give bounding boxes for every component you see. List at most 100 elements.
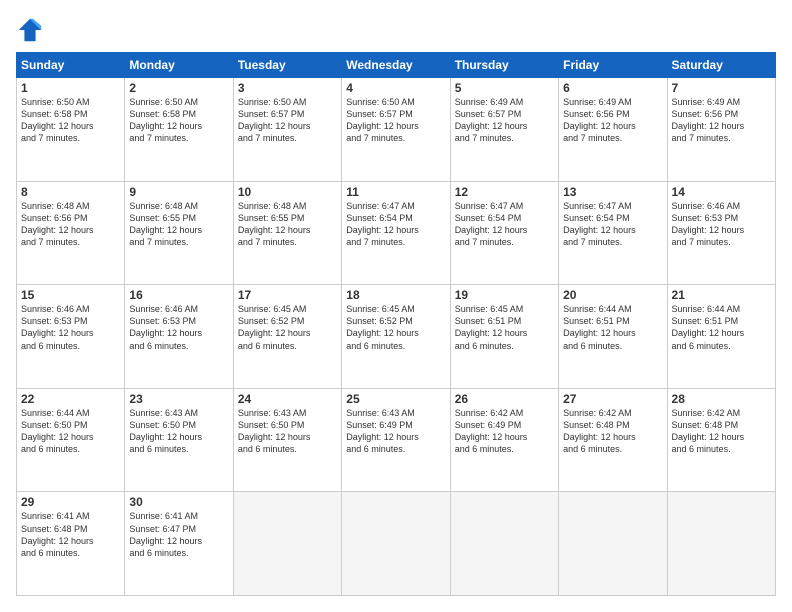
calendar-cell: 9Sunrise: 6:48 AM Sunset: 6:55 PM Daylig… <box>125 181 233 285</box>
day-number: 11 <box>346 185 445 199</box>
day-number: 21 <box>672 288 771 302</box>
header <box>16 16 776 44</box>
day-info: Sunrise: 6:46 AM Sunset: 6:53 PM Dayligh… <box>21 303 120 352</box>
calendar-cell: 6Sunrise: 6:49 AM Sunset: 6:56 PM Daylig… <box>559 78 667 182</box>
calendar-cell: 26Sunrise: 6:42 AM Sunset: 6:49 PM Dayli… <box>450 388 558 492</box>
calendar-week-2: 15Sunrise: 6:46 AM Sunset: 6:53 PM Dayli… <box>17 285 776 389</box>
day-number: 27 <box>563 392 662 406</box>
day-number: 13 <box>563 185 662 199</box>
day-info: Sunrise: 6:44 AM Sunset: 6:51 PM Dayligh… <box>672 303 771 352</box>
day-number: 29 <box>21 495 120 509</box>
day-info: Sunrise: 6:44 AM Sunset: 6:50 PM Dayligh… <box>21 407 120 456</box>
day-number: 7 <box>672 81 771 95</box>
day-number: 4 <box>346 81 445 95</box>
day-number: 17 <box>238 288 337 302</box>
day-info: Sunrise: 6:43 AM Sunset: 6:49 PM Dayligh… <box>346 407 445 456</box>
calendar-cell: 11Sunrise: 6:47 AM Sunset: 6:54 PM Dayli… <box>342 181 450 285</box>
day-number: 10 <box>238 185 337 199</box>
calendar-cell: 7Sunrise: 6:49 AM Sunset: 6:56 PM Daylig… <box>667 78 775 182</box>
calendar-cell: 17Sunrise: 6:45 AM Sunset: 6:52 PM Dayli… <box>233 285 341 389</box>
day-info: Sunrise: 6:50 AM Sunset: 6:57 PM Dayligh… <box>238 96 337 145</box>
day-info: Sunrise: 6:50 AM Sunset: 6:58 PM Dayligh… <box>129 96 228 145</box>
calendar-cell: 19Sunrise: 6:45 AM Sunset: 6:51 PM Dayli… <box>450 285 558 389</box>
day-number: 19 <box>455 288 554 302</box>
calendar-cell: 25Sunrise: 6:43 AM Sunset: 6:49 PM Dayli… <box>342 388 450 492</box>
day-number: 5 <box>455 81 554 95</box>
day-info: Sunrise: 6:46 AM Sunset: 6:53 PM Dayligh… <box>129 303 228 352</box>
day-header-monday: Monday <box>125 53 233 78</box>
day-header-saturday: Saturday <box>667 53 775 78</box>
day-number: 18 <box>346 288 445 302</box>
day-info: Sunrise: 6:45 AM Sunset: 6:52 PM Dayligh… <box>238 303 337 352</box>
day-info: Sunrise: 6:42 AM Sunset: 6:48 PM Dayligh… <box>672 407 771 456</box>
day-number: 3 <box>238 81 337 95</box>
day-info: Sunrise: 6:48 AM Sunset: 6:55 PM Dayligh… <box>129 200 228 249</box>
calendar-cell: 29Sunrise: 6:41 AM Sunset: 6:48 PM Dayli… <box>17 492 125 596</box>
day-info: Sunrise: 6:48 AM Sunset: 6:55 PM Dayligh… <box>238 200 337 249</box>
day-info: Sunrise: 6:42 AM Sunset: 6:49 PM Dayligh… <box>455 407 554 456</box>
calendar-cell: 20Sunrise: 6:44 AM Sunset: 6:51 PM Dayli… <box>559 285 667 389</box>
calendar-cell: 15Sunrise: 6:46 AM Sunset: 6:53 PM Dayli… <box>17 285 125 389</box>
day-info: Sunrise: 6:46 AM Sunset: 6:53 PM Dayligh… <box>672 200 771 249</box>
calendar-cell <box>667 492 775 596</box>
day-number: 2 <box>129 81 228 95</box>
day-number: 8 <box>21 185 120 199</box>
day-number: 30 <box>129 495 228 509</box>
calendar-cell: 16Sunrise: 6:46 AM Sunset: 6:53 PM Dayli… <box>125 285 233 389</box>
logo-icon <box>16 16 44 44</box>
day-header-thursday: Thursday <box>450 53 558 78</box>
day-header-wednesday: Wednesday <box>342 53 450 78</box>
day-info: Sunrise: 6:45 AM Sunset: 6:52 PM Dayligh… <box>346 303 445 352</box>
day-number: 14 <box>672 185 771 199</box>
day-number: 22 <box>21 392 120 406</box>
calendar-cell: 18Sunrise: 6:45 AM Sunset: 6:52 PM Dayli… <box>342 285 450 389</box>
day-info: Sunrise: 6:49 AM Sunset: 6:56 PM Dayligh… <box>672 96 771 145</box>
page: SundayMondayTuesdayWednesdayThursdayFrid… <box>0 0 792 612</box>
day-info: Sunrise: 6:47 AM Sunset: 6:54 PM Dayligh… <box>563 200 662 249</box>
calendar-cell: 8Sunrise: 6:48 AM Sunset: 6:56 PM Daylig… <box>17 181 125 285</box>
day-info: Sunrise: 6:47 AM Sunset: 6:54 PM Dayligh… <box>455 200 554 249</box>
day-header-sunday: Sunday <box>17 53 125 78</box>
calendar-cell: 4Sunrise: 6:50 AM Sunset: 6:57 PM Daylig… <box>342 78 450 182</box>
calendar-cell: 2Sunrise: 6:50 AM Sunset: 6:58 PM Daylig… <box>125 78 233 182</box>
calendar-table: SundayMondayTuesdayWednesdayThursdayFrid… <box>16 52 776 596</box>
day-number: 16 <box>129 288 228 302</box>
calendar-cell: 1Sunrise: 6:50 AM Sunset: 6:58 PM Daylig… <box>17 78 125 182</box>
calendar-cell: 13Sunrise: 6:47 AM Sunset: 6:54 PM Dayli… <box>559 181 667 285</box>
day-info: Sunrise: 6:42 AM Sunset: 6:48 PM Dayligh… <box>563 407 662 456</box>
day-info: Sunrise: 6:44 AM Sunset: 6:51 PM Dayligh… <box>563 303 662 352</box>
calendar-cell: 30Sunrise: 6:41 AM Sunset: 6:47 PM Dayli… <box>125 492 233 596</box>
calendar-header-row: SundayMondayTuesdayWednesdayThursdayFrid… <box>17 53 776 78</box>
logo <box>16 16 48 44</box>
day-info: Sunrise: 6:41 AM Sunset: 6:47 PM Dayligh… <box>129 510 228 559</box>
day-number: 6 <box>563 81 662 95</box>
calendar-week-0: 1Sunrise: 6:50 AM Sunset: 6:58 PM Daylig… <box>17 78 776 182</box>
day-info: Sunrise: 6:45 AM Sunset: 6:51 PM Dayligh… <box>455 303 554 352</box>
day-number: 20 <box>563 288 662 302</box>
calendar-week-4: 29Sunrise: 6:41 AM Sunset: 6:48 PM Dayli… <box>17 492 776 596</box>
calendar-cell: 24Sunrise: 6:43 AM Sunset: 6:50 PM Dayli… <box>233 388 341 492</box>
day-number: 1 <box>21 81 120 95</box>
calendar-cell: 21Sunrise: 6:44 AM Sunset: 6:51 PM Dayli… <box>667 285 775 389</box>
calendar-cell: 28Sunrise: 6:42 AM Sunset: 6:48 PM Dayli… <box>667 388 775 492</box>
day-number: 25 <box>346 392 445 406</box>
day-number: 23 <box>129 392 228 406</box>
day-number: 24 <box>238 392 337 406</box>
day-number: 26 <box>455 392 554 406</box>
day-info: Sunrise: 6:49 AM Sunset: 6:57 PM Dayligh… <box>455 96 554 145</box>
calendar-cell <box>233 492 341 596</box>
calendar-cell: 5Sunrise: 6:49 AM Sunset: 6:57 PM Daylig… <box>450 78 558 182</box>
calendar-cell <box>450 492 558 596</box>
day-info: Sunrise: 6:47 AM Sunset: 6:54 PM Dayligh… <box>346 200 445 249</box>
day-info: Sunrise: 6:49 AM Sunset: 6:56 PM Dayligh… <box>563 96 662 145</box>
day-info: Sunrise: 6:41 AM Sunset: 6:48 PM Dayligh… <box>21 510 120 559</box>
day-number: 9 <box>129 185 228 199</box>
day-number: 12 <box>455 185 554 199</box>
calendar-cell: 12Sunrise: 6:47 AM Sunset: 6:54 PM Dayli… <box>450 181 558 285</box>
day-info: Sunrise: 6:50 AM Sunset: 6:58 PM Dayligh… <box>21 96 120 145</box>
calendar-cell: 14Sunrise: 6:46 AM Sunset: 6:53 PM Dayli… <box>667 181 775 285</box>
day-info: Sunrise: 6:43 AM Sunset: 6:50 PM Dayligh… <box>238 407 337 456</box>
calendar-cell: 27Sunrise: 6:42 AM Sunset: 6:48 PM Dayli… <box>559 388 667 492</box>
day-number: 28 <box>672 392 771 406</box>
calendar-week-1: 8Sunrise: 6:48 AM Sunset: 6:56 PM Daylig… <box>17 181 776 285</box>
